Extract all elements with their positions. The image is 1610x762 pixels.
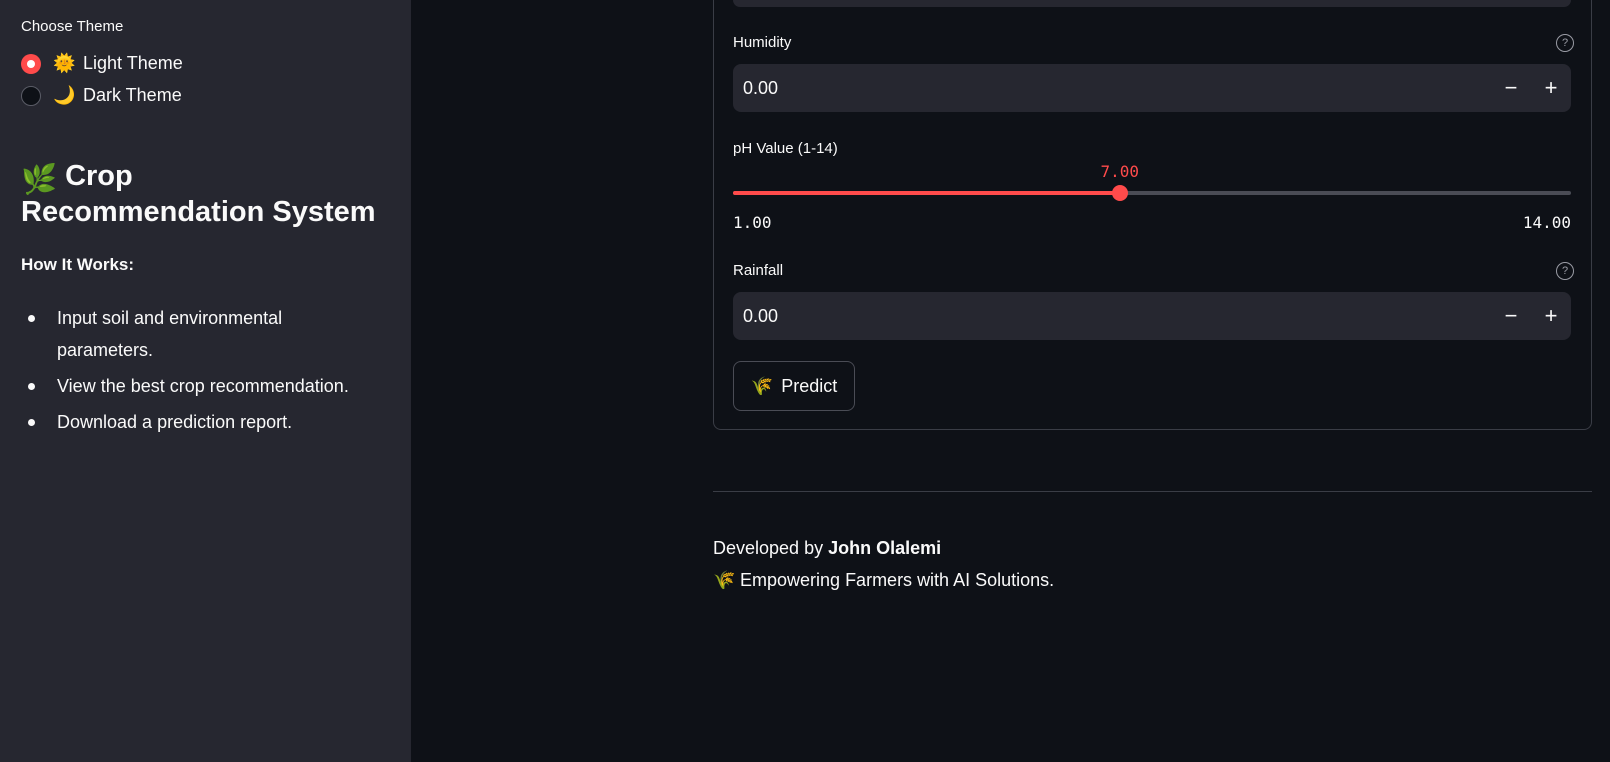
humidity-input: − + [733, 64, 1571, 112]
humidity-label: Humidity [733, 34, 792, 51]
ph-slider-min: 1.00 [733, 213, 772, 232]
sidebar-title: 🌿 Crop Recommendation System [21, 158, 381, 230]
radio-dark-theme-label: Dark Theme [83, 85, 182, 105]
tagline-text: Empowering Farmers with AI Solutions. [740, 570, 1055, 590]
humidity-help-icon[interactable]: ? [1556, 34, 1574, 52]
wheat-icon: 🌾 [750, 375, 774, 396]
wheat-icon: 🌾 [713, 570, 736, 590]
list-item: Download a prediction report. [21, 406, 381, 438]
ph-slider-thumb[interactable] [1111, 185, 1128, 201]
divider [713, 491, 1592, 492]
herb-icon: 🌿 [21, 164, 58, 196]
rainfall-increment-button[interactable]: + [1531, 292, 1571, 340]
ph-label: pH Value (1-14) [733, 140, 838, 157]
rainfall-input: − + [733, 292, 1571, 340]
sidebar-title-text: Crop Recommendation System [21, 160, 376, 228]
moon-icon: 🌙 [53, 85, 76, 105]
how-it-works-heading: How It Works: [21, 255, 135, 274]
humidity-increment-button[interactable]: + [1531, 64, 1571, 112]
predict-button[interactable]: 🌾 Predict [733, 361, 855, 411]
radio-dark-theme[interactable]: 🌙 Dark Theme [21, 85, 182, 106]
predict-button-label: Predict [781, 375, 838, 396]
ph-slider-value: 7.00 [1100, 162, 1140, 181]
radio-dark-theme-indicator[interactable] [21, 85, 41, 106]
previous-input-field[interactable] [733, 0, 1571, 7]
radio-light-theme[interactable]: 🌞 Light Theme [21, 53, 183, 74]
developer-credit: Developed by John Olalemi [713, 538, 941, 559]
developer-name: John Olalemi [828, 538, 942, 558]
rainfall-label: Rainfall [733, 262, 784, 279]
humidity-decrement-button[interactable]: − [1491, 64, 1531, 112]
humidity-field[interactable] [733, 76, 1491, 100]
radio-light-theme-indicator[interactable] [21, 53, 41, 74]
steps-list: Input soil and environmental parameters.… [21, 302, 381, 442]
ph-slider-max: 14.00 [1522, 213, 1571, 232]
developed-by-prefix: Developed by [713, 538, 824, 558]
sidebar: Choose Theme 🌞 Light Theme 🌙 Dark Theme … [0, 0, 411, 762]
rainfall-help-icon[interactable]: ? [1556, 262, 1574, 280]
ph-slider-track[interactable] [733, 185, 1571, 201]
ph-slider-fill [733, 191, 1120, 195]
tagline: 🌾 Empowering Farmers with AI Solutions. [713, 570, 1054, 591]
rainfall-decrement-button[interactable]: − [1491, 292, 1531, 340]
rainfall-field[interactable] [733, 304, 1491, 328]
radio-light-theme-label: Light Theme [83, 53, 183, 73]
list-item: View the best crop recommendation. [21, 370, 381, 402]
list-item: Input soil and environmental parameters. [21, 302, 381, 366]
sun-icon: 🌞 [53, 53, 76, 73]
theme-label: Choose Theme [21, 18, 124, 35]
